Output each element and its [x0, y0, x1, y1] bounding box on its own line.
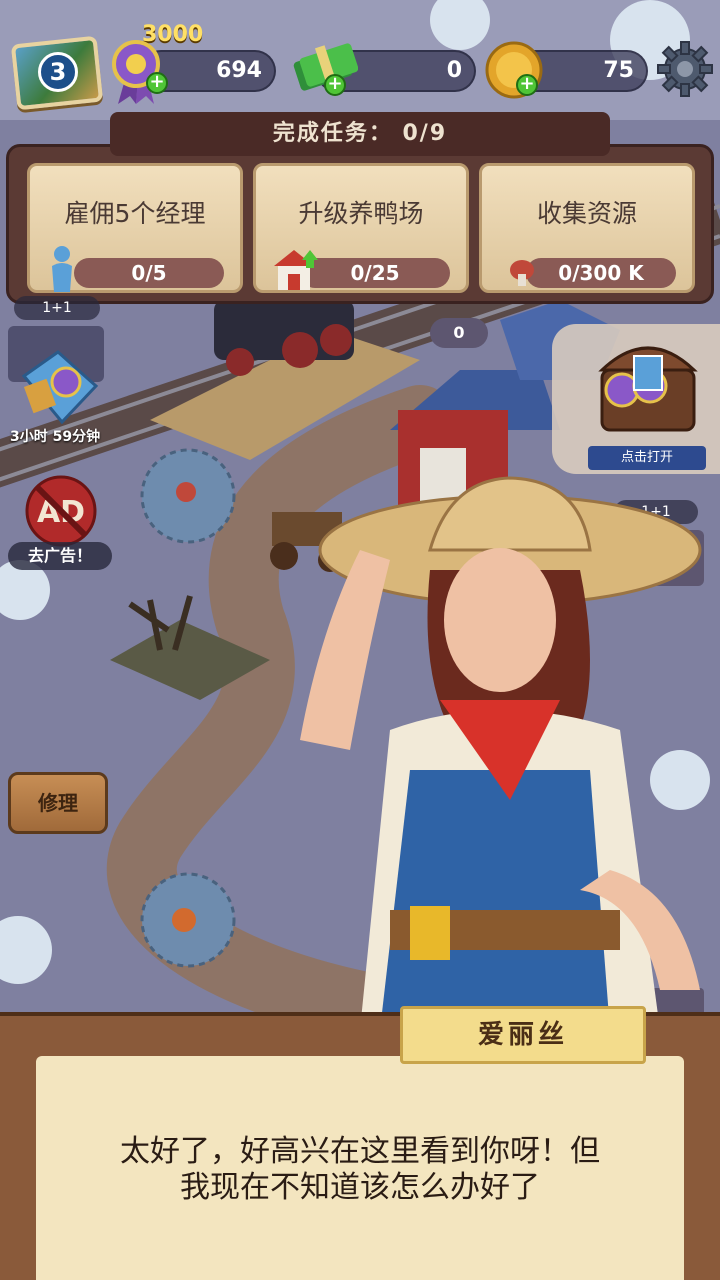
open-chest-label[interactable]: 点击打开	[588, 446, 706, 470]
task-label: 升级养鸭场	[298, 199, 424, 228]
alice-character	[300, 476, 702, 1030]
offer-tag-icon[interactable]	[18, 346, 102, 426]
task-card-hire-managers[interactable]: 雇佣5个经理 0/5	[27, 163, 243, 293]
task-progress: 0/300 K	[526, 258, 676, 288]
remove-ads-button[interactable]: 去广告！	[8, 542, 112, 570]
location-pin-1[interactable]	[140, 448, 236, 544]
level-badge: 3	[38, 52, 78, 92]
task-label: 收集资源	[536, 199, 637, 228]
dialog-line-2: 我现在不知道该怎么办好了	[180, 1170, 540, 1205]
task-card-upgrade-duck-farm[interactable]: 升级养鸭场 0/25	[253, 163, 469, 293]
treasure-chest-icon[interactable]	[592, 330, 704, 442]
task-progress: 0/5	[74, 258, 224, 288]
top-bar: 3 3000 694 + 0 + 75 +	[0, 0, 720, 111]
location-pin-2[interactable]	[140, 872, 236, 968]
coin-plus-button[interactable]: +	[516, 74, 538, 96]
barn-upgrade-icon	[274, 250, 318, 290]
dialog-text: 太好了，好高兴在这里看到你呀！但 我现在不知道该怎么办好了	[40, 1134, 680, 1206]
resource-icon	[510, 260, 534, 286]
no-ads-icon[interactable]: AD	[24, 474, 98, 548]
repair-button[interactable]: 修理	[8, 772, 108, 834]
ribbon-plus-button[interactable]: +	[146, 72, 168, 94]
task-card-collect-resources[interactable]: 收集资源 0/300 K	[479, 163, 695, 293]
offer-timer: 3小时 59分钟	[10, 429, 101, 445]
task-panel: 雇佣5个经理 0/5 升级养鸭场 0/25 收集资源 0/300 K	[6, 144, 714, 304]
boost-top-label: 1+1	[14, 296, 100, 320]
manager-icon	[52, 246, 72, 292]
settings-gear-icon[interactable]	[656, 40, 714, 98]
barn-counter: 0	[430, 318, 488, 348]
dialog-line-1: 太好了，好高兴在这里看到你呀！但	[120, 1134, 600, 1169]
cash-plus-button[interactable]: +	[324, 74, 346, 96]
speaker-name: 爱丽丝	[400, 1006, 646, 1064]
task-title: 完成任务： 0/9	[110, 112, 610, 156]
task-label: 雇佣5个经理	[64, 199, 206, 228]
